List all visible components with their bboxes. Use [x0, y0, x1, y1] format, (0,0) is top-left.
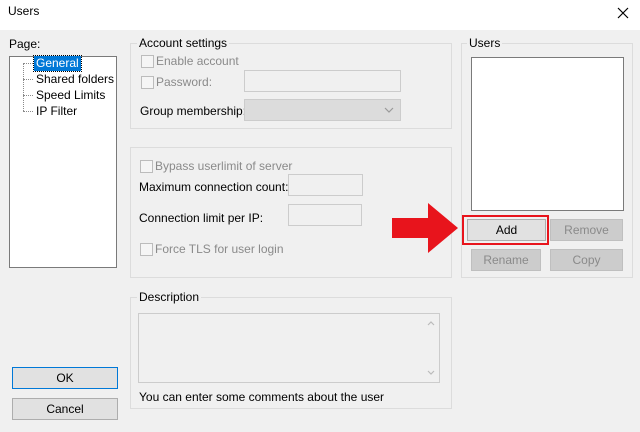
bypass-userlimit-label: Bypass userlimit of server: [155, 159, 293, 173]
description-hint: You can enter some comments about the us…: [139, 390, 385, 404]
title-bar: Users: [0, 0, 640, 30]
connection-per-ip-label: Connection limit per IP:: [139, 211, 264, 225]
max-connection-field[interactable]: [288, 174, 363, 196]
password-checkbox[interactable]: [141, 76, 154, 89]
group-membership-label: Group membership:: [140, 104, 247, 118]
cancel-button[interactable]: Cancel: [12, 398, 118, 420]
users-list[interactable]: [471, 57, 624, 211]
tree-item-label: IP Filter: [36, 104, 78, 118]
tree-item-label: Shared folders: [36, 72, 115, 86]
scroll-down-button[interactable]: [425, 367, 437, 379]
scroll-up-button[interactable]: [425, 317, 437, 329]
force-tls-checkbox[interactable]: [140, 243, 153, 256]
ok-button[interactable]: OK: [12, 367, 118, 389]
page-tree[interactable]: General Shared folders Speed Limits IP F…: [9, 55, 117, 268]
bypass-userlimit-checkbox[interactable]: [140, 160, 153, 173]
group-membership-select[interactable]: [244, 99, 401, 121]
close-icon: [617, 7, 629, 19]
password-label: Password:: [156, 75, 213, 89]
chevron-down-icon: [427, 370, 435, 375]
connection-per-ip-field[interactable]: [288, 204, 362, 226]
rename-user-button[interactable]: Rename: [471, 249, 541, 271]
remove-user-button[interactable]: Remove: [550, 219, 623, 241]
description-textarea[interactable]: [138, 313, 440, 383]
force-tls-label: Force TLS for user login: [155, 242, 284, 256]
chevron-down-icon: [384, 107, 394, 113]
window-title: Users: [8, 4, 40, 18]
chevron-up-icon: [427, 321, 435, 326]
add-user-button[interactable]: Add: [467, 219, 546, 241]
password-field[interactable]: [244, 70, 401, 92]
copy-user-button[interactable]: Copy: [550, 249, 623, 271]
description-title: Description: [137, 290, 202, 304]
close-button[interactable]: [606, 0, 640, 26]
enable-account-checkbox[interactable]: [141, 55, 154, 68]
enable-account-label: Enable account: [156, 54, 239, 68]
tree-item-label: General: [33, 55, 82, 72]
tree-connector: [23, 63, 24, 111]
max-connection-label: Maximum connection count:: [139, 180, 289, 194]
tree-item-label: Speed Limits: [36, 88, 106, 102]
page-label: Page:: [9, 37, 41, 51]
arrow-right-icon: [392, 203, 458, 253]
account-settings-title: Account settings: [137, 36, 230, 50]
users-title: Users: [467, 36, 503, 50]
